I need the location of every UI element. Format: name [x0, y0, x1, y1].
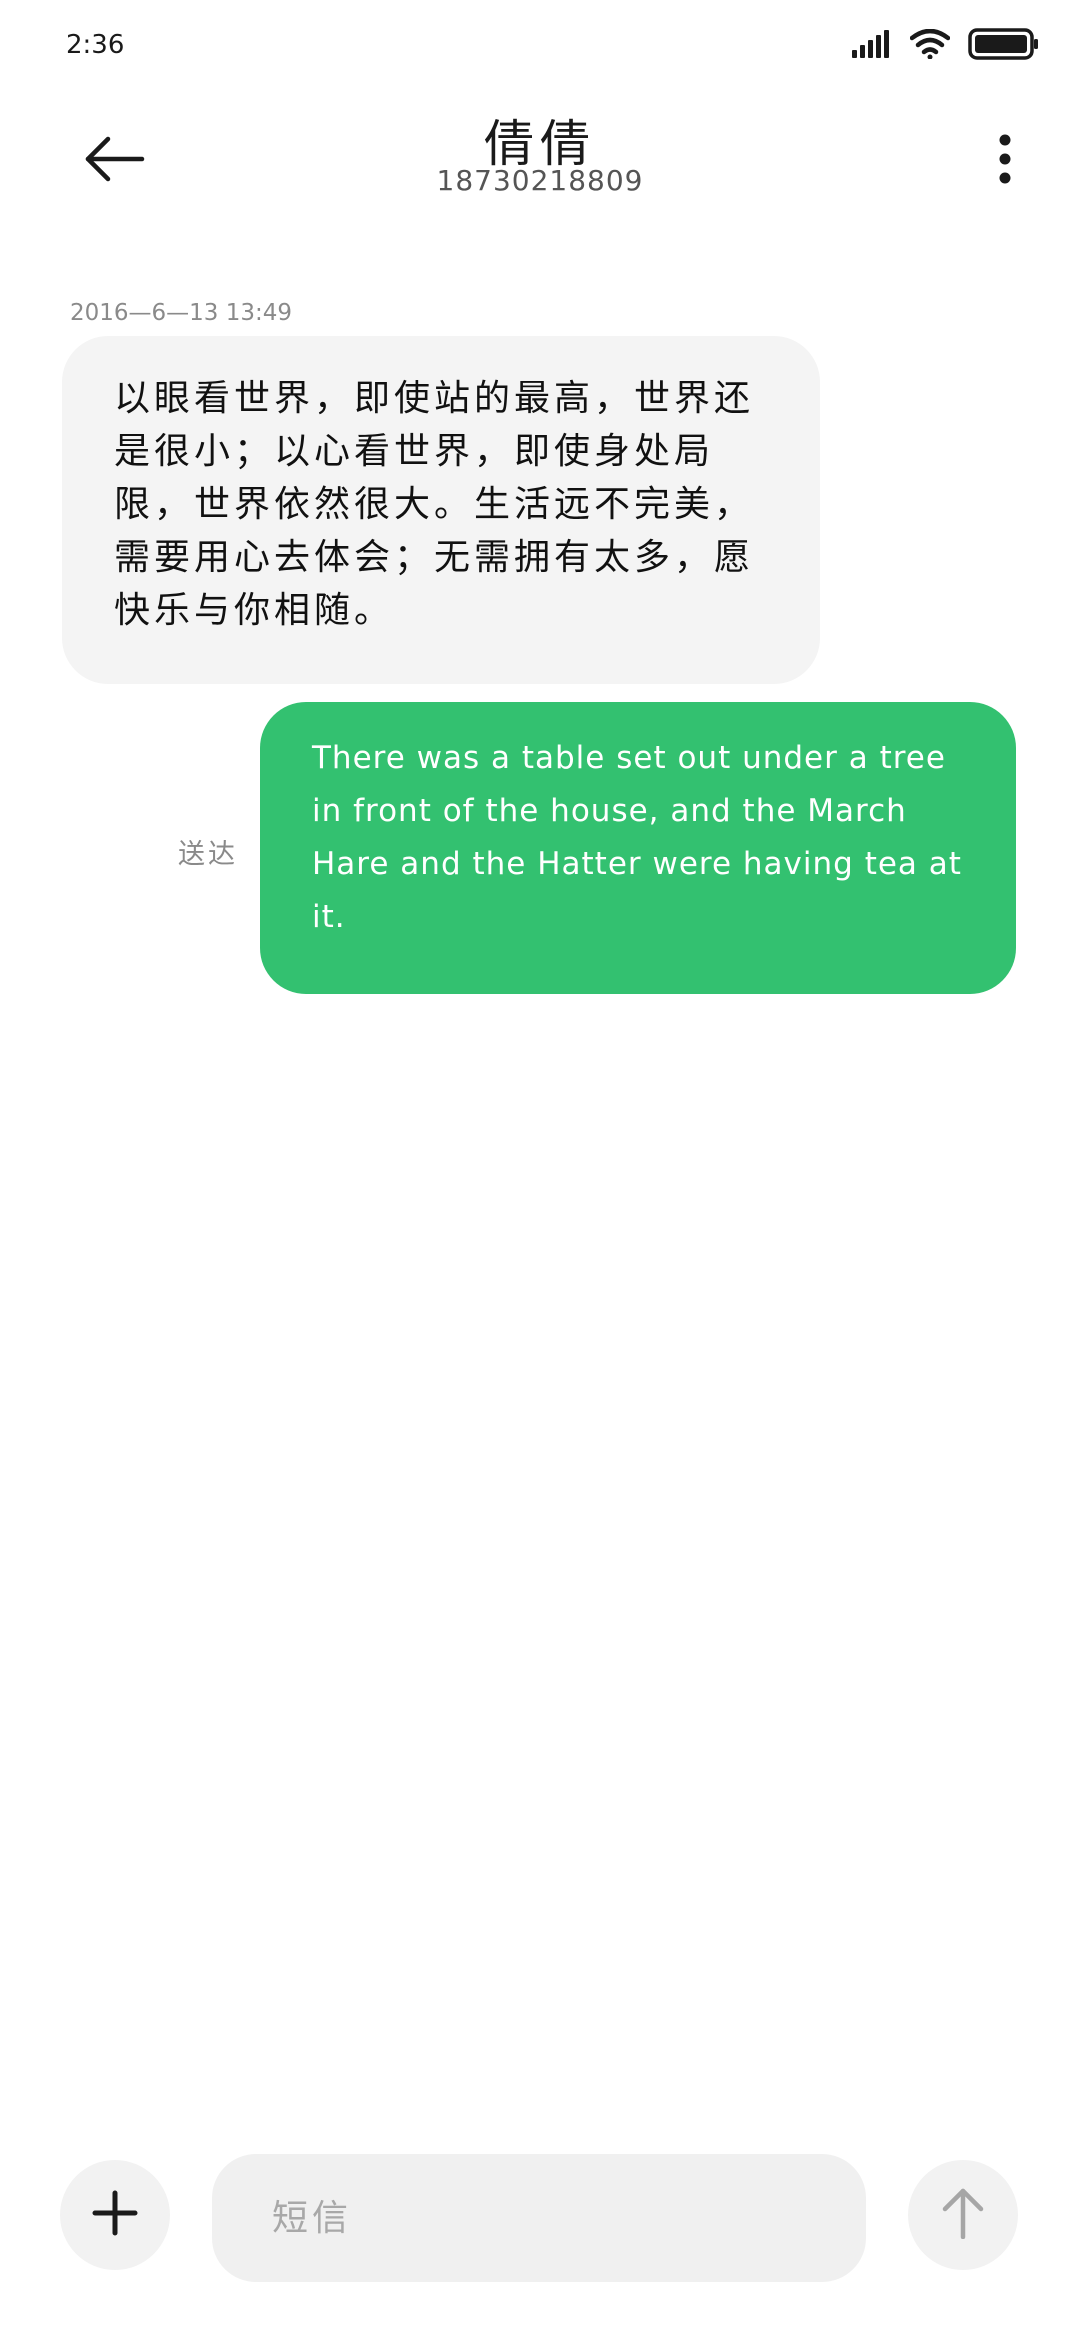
conversation-header: 倩倩 18730218809: [0, 96, 1080, 236]
message-input[interactable]: [212, 2154, 866, 2282]
send-button[interactable]: [908, 2160, 1018, 2270]
plus-icon: [92, 2190, 138, 2240]
attach-button[interactable]: [60, 2160, 170, 2270]
status-icons: [852, 28, 1040, 64]
delivery-status: 送达: [178, 839, 238, 870]
wifi-icon: [909, 28, 951, 63]
sent-message-text: There was a table set out under a tree i…: [312, 740, 962, 935]
status-bar: 2:36: [0, 0, 1080, 96]
more-options-button[interactable]: [970, 126, 1040, 196]
received-message-text: 以眼看世界，即使站的最高，世界还是很小；以心看世界，即使身处局限，世界依然很大。…: [114, 378, 755, 631]
message-timestamp: 2016—6—13 13:49: [70, 300, 293, 326]
battery-icon: [968, 28, 1040, 64]
received-message-bubble[interactable]: 以眼看世界，即使站的最高，世界还是很小；以心看世界，即使身处局限，世界依然很大。…: [62, 336, 820, 684]
more-vertical-icon: [998, 134, 1012, 188]
signal-icon: [852, 30, 892, 62]
send-arrow-up-icon: [941, 2187, 985, 2243]
message-composer: [0, 2154, 1080, 2294]
sent-message-bubble[interactable]: There was a table set out under a tree i…: [260, 702, 1016, 994]
contact-number: 18730218809: [436, 164, 644, 197]
status-time: 2:36: [66, 30, 125, 60]
